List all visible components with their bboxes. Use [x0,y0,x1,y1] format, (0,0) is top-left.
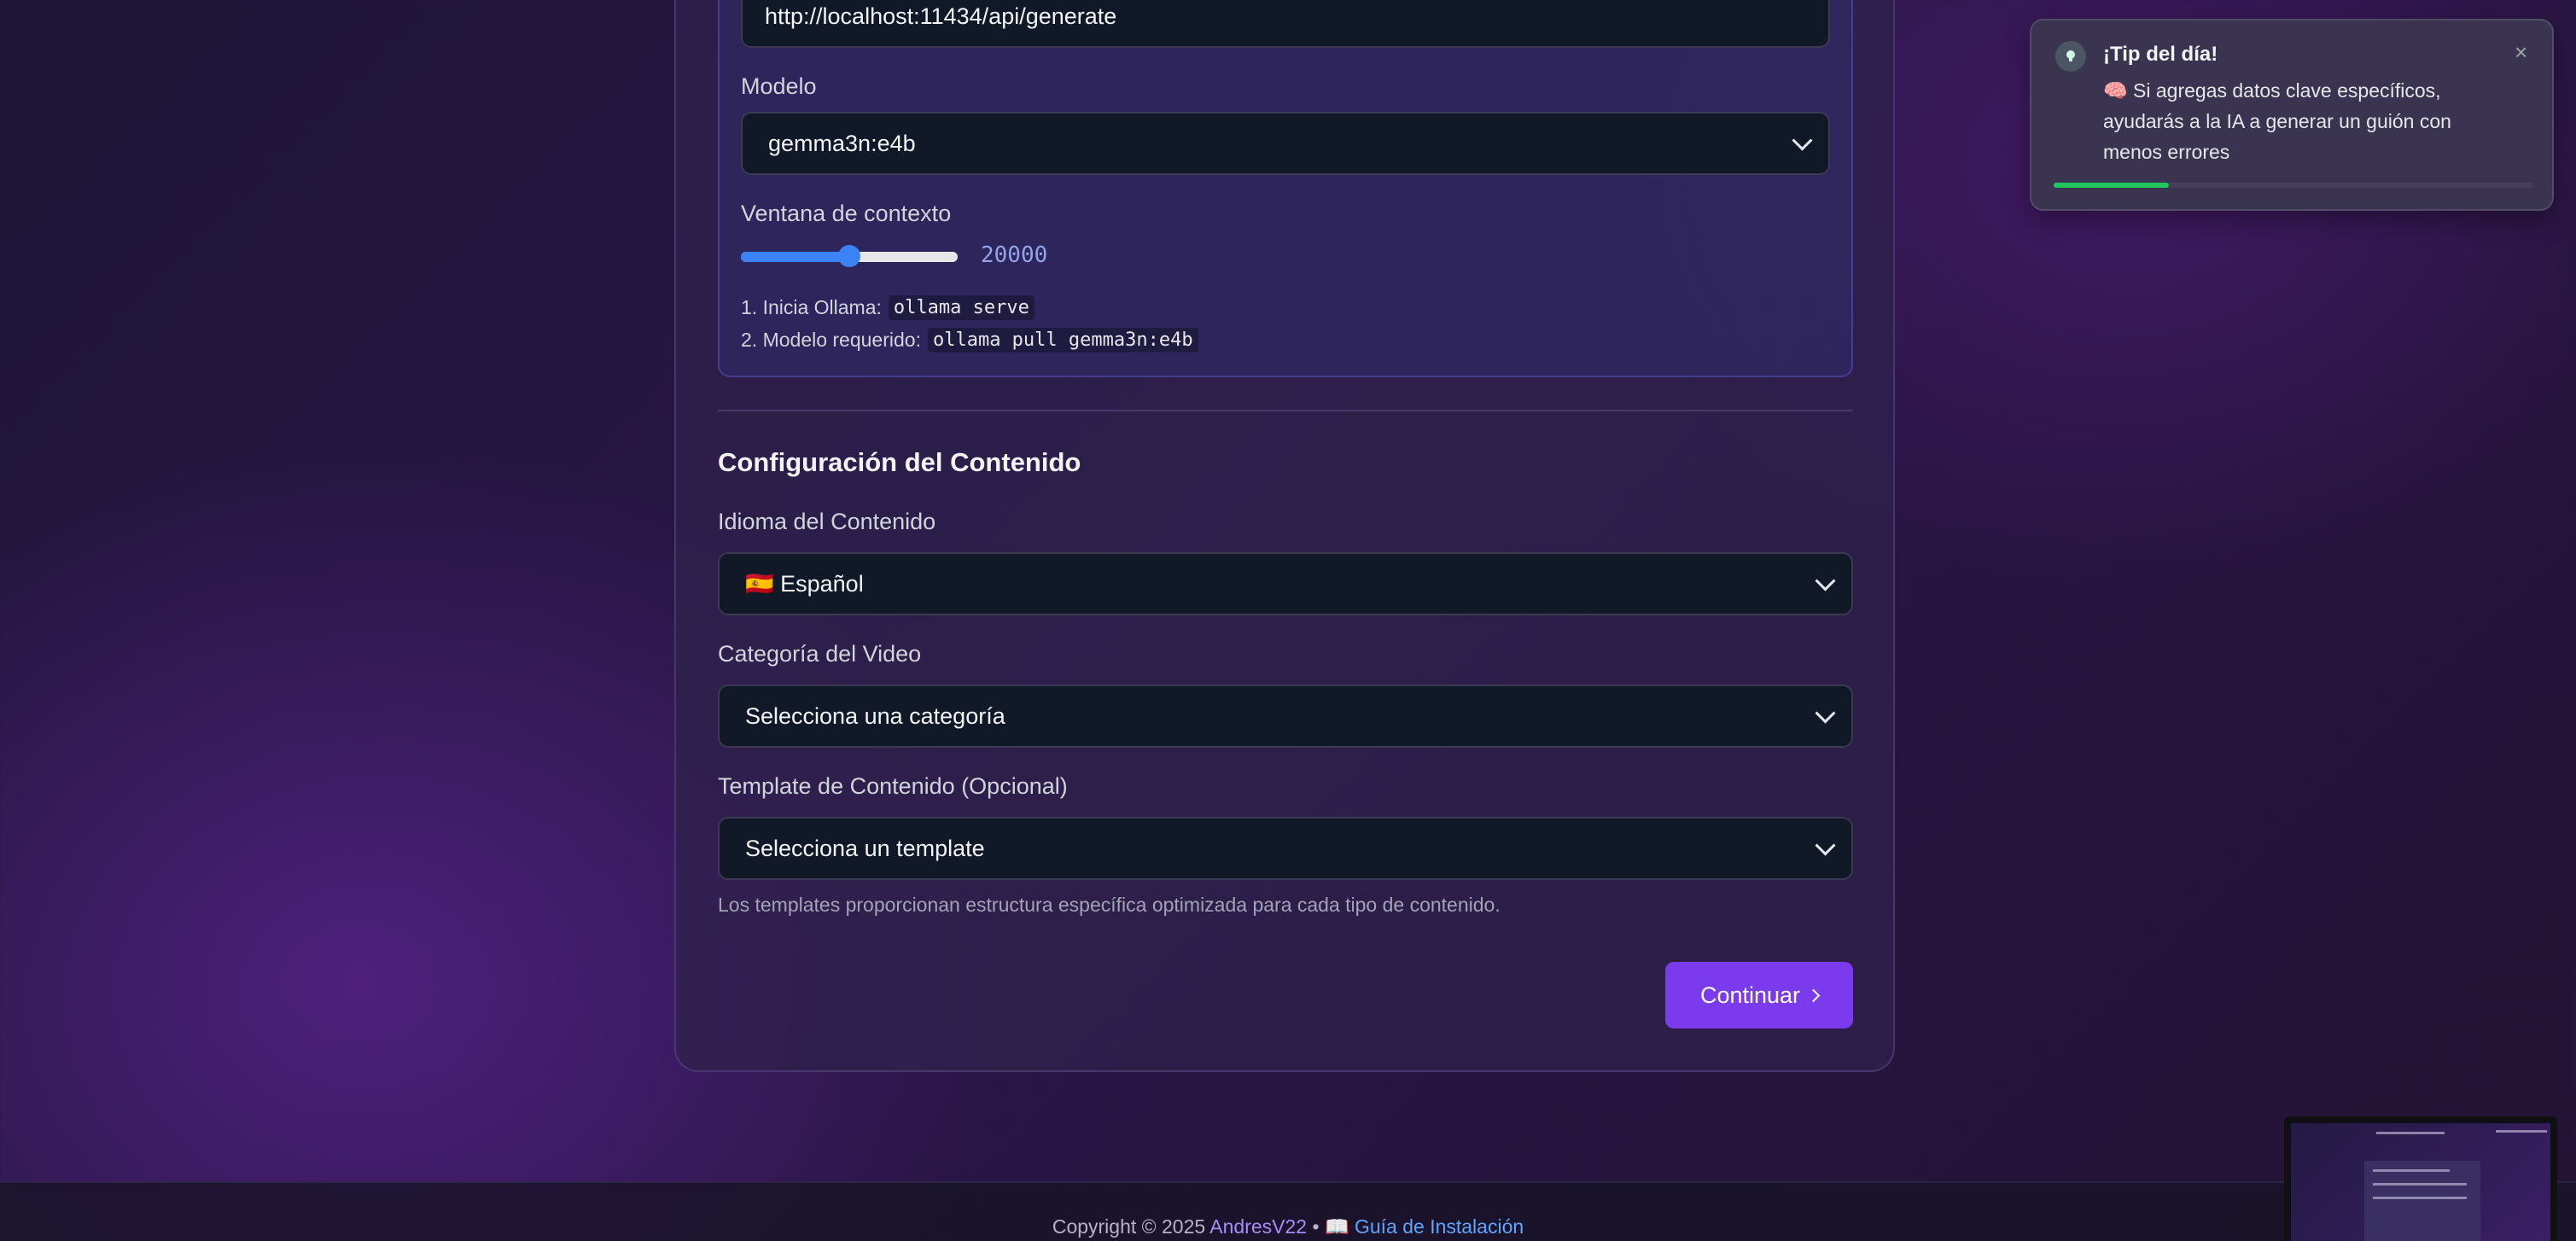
category-select-value: Selecciona una categoría [745,702,1005,729]
footer-guide-link[interactable]: Guía de Instalación [1355,1215,1524,1238]
footer-copyright: Copyright © 2025 [1052,1215,1206,1238]
language-select[interactable]: 🇪🇸 Español [718,552,1853,615]
context-window-value: 20000 [981,242,1048,268]
chevron-right-icon [1806,988,1821,1003]
page-thumbnail-preview[interactable] [2284,1116,2557,1241]
instruction-step-1-text: 1. Inicia Ollama: [741,296,882,318]
continue-label: Continuar [1699,982,1801,1008]
thumbnail-line [2496,1130,2547,1133]
category-label: Categoría del Video [718,641,922,667]
language-select-value: 🇪🇸 Español [745,571,864,597]
ollama-config-panel [718,0,1853,377]
instruction-step-2-text: 2. Modelo requerido: [741,329,921,351]
model-select[interactable]: gemma3n:e4b [741,112,1830,175]
model-select-value: gemma3n:e4b [768,130,916,156]
toast-progress-track [2054,183,2533,188]
thumbnail-line [2373,1183,2467,1186]
category-select[interactable]: Selecciona una categoría [718,685,1853,748]
chevron-down-icon [1792,130,1813,151]
thumbnail-line [2373,1197,2467,1199]
model-label: Modelo [741,73,817,99]
tip-toast: ¡Tip del día! 🧠 Si agregas datos clave e… [2030,19,2554,211]
instruction-step-1-code: ollama serve [888,295,1034,320]
toast-progress-fill [2054,183,2169,188]
slider-fill [741,252,849,262]
lightbulb-icon [2055,41,2086,72]
language-label: Idioma del Contenido [718,509,936,534]
template-select[interactable]: Selecciona un template [718,817,1853,880]
section-divider [718,410,1853,411]
footer-author-link[interactable]: AndresV22 [1209,1215,1307,1238]
book-icon: 📖 [1324,1215,1349,1238]
template-label: Template de Contenido (Opcional) [718,773,1068,799]
ollama-url-input[interactable]: http://localhost:11434/api/generate [741,0,1830,48]
context-window-slider[interactable] [741,245,958,267]
toast-message: 🧠 Si agregas datos clave específicos, ay… [2103,79,2451,163]
chevron-down-icon [1815,702,1836,724]
chevron-down-icon [1815,570,1836,591]
thumbnail-card [2364,1161,2480,1241]
footer-text: Copyright © 2025 AndresV22 • 📖 Guía de I… [0,1215,2576,1238]
thumbnail-content [2291,1123,2550,1241]
close-icon[interactable]: × [2515,39,2527,66]
continue-button[interactable]: Continuar [1665,962,1853,1028]
chevron-down-icon [1815,835,1836,856]
template-helper-text: Los templates proporcionan estructura es… [718,894,1501,916]
toast-title: ¡Tip del día! [2103,43,2218,66]
template-select-value: Selecciona un template [745,835,985,861]
instruction-step-1: 1. Inicia Ollama: ollama serve [741,295,1034,320]
thumbnail-line [2376,1132,2445,1134]
footer-separator: • [1312,1215,1320,1238]
thumbnail-line [2373,1169,2450,1172]
ollama-url-value: http://localhost:11434/api/generate [765,3,1117,29]
context-window-label: Ventana de contexto [741,201,952,226]
instruction-step-2: 2. Modelo requerido: ollama pull gemma3n… [741,328,1198,352]
content-section-title: Configuración del Contenido [718,447,1081,477]
instruction-step-2-code: ollama pull gemma3n:e4b [927,328,1198,352]
slider-thumb[interactable] [838,245,860,267]
